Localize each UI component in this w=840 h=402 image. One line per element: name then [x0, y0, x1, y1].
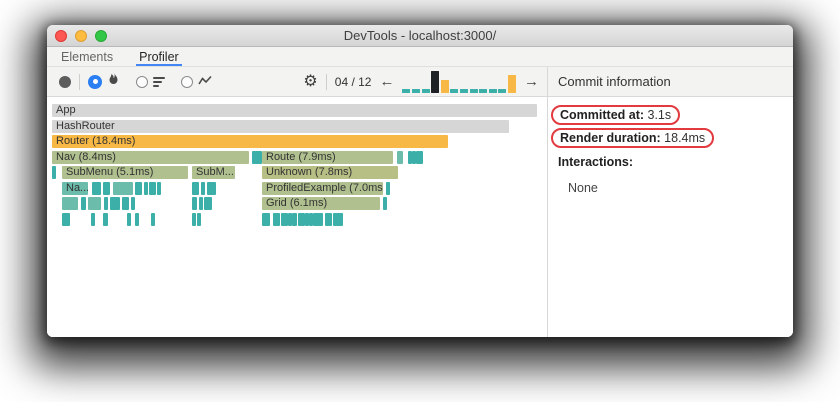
flame-bar[interactable]: [199, 197, 203, 210]
committed-at-value: 3.1s: [644, 108, 672, 122]
flame-bar[interactable]: [204, 197, 212, 210]
flame-bar[interactable]: [383, 197, 387, 210]
commit-selector-chart[interactable]: [402, 70, 516, 93]
flame-bar[interactable]: [328, 212, 332, 226]
tab-bar: Elements Profiler: [47, 47, 793, 67]
interactions-radio[interactable]: [181, 75, 193, 88]
flame-bar-app[interactable]: App: [52, 104, 537, 117]
flame-bar[interactable]: [192, 212, 196, 226]
screenshot-stage: DevTools - localhost:3000/ Elements Prof…: [0, 0, 840, 402]
flame-bar[interactable]: [149, 181, 156, 195]
interactions-chart-icon[interactable]: [198, 73, 212, 91]
flame-bar[interactable]: [81, 197, 86, 210]
commit-bar-8[interactable]: [469, 88, 478, 93]
flame-bar[interactable]: [262, 212, 270, 226]
flame-bar[interactable]: [319, 212, 323, 226]
flame-bar[interactable]: [192, 197, 197, 210]
flame-bar[interactable]: [151, 212, 155, 226]
flame-icon[interactable]: [107, 72, 120, 91]
toolbar-divider-2: [325, 73, 327, 90]
flame-bar[interactable]: [131, 197, 135, 210]
flamegraph-radio[interactable]: [88, 74, 102, 89]
commit-bar-6[interactable]: [450, 88, 459, 93]
tab-elements[interactable]: Elements: [61, 47, 113, 66]
flamegraph[interactable]: App HashRouter Router (18.4ms) Nav (8.4ms) R…: [47, 97, 547, 337]
active-tab-underline: [136, 63, 182, 66]
commit-index: 04 / 12: [334, 74, 372, 89]
profiler-left-panel: ⚙ 04 / 12 ← → App HashRouter Router (18.4m…: [47, 67, 547, 337]
flame-bar-route[interactable]: Route (7.9ms): [262, 150, 393, 164]
record-icon[interactable]: [59, 75, 71, 88]
interactions-label: Interactions:: [558, 155, 634, 169]
commit-bar-10[interactable]: [488, 88, 497, 93]
flame-bar-subm[interactable]: SubM...: [192, 166, 235, 179]
commit-bar-5[interactable]: [440, 79, 449, 93]
ranked-chart-icon[interactable]: [153, 76, 165, 87]
commit-bar-11[interactable]: [498, 88, 507, 93]
ranked-radio[interactable]: [136, 75, 148, 88]
previous-commit-arrow[interactable]: ←: [379, 74, 394, 89]
flame-bar-grid[interactable]: Grid (6.1ms): [262, 197, 380, 210]
flame-bar[interactable]: [92, 181, 101, 195]
flame-bar[interactable]: [386, 181, 390, 195]
flame-bar[interactable]: [52, 166, 56, 179]
profiler-toolbar: ⚙ 04 / 12 ← →: [47, 67, 547, 97]
flame-bar[interactable]: [339, 212, 343, 226]
flame-bar[interactable]: [103, 212, 108, 226]
flame-bar-nav[interactable]: Nav (8.4ms): [52, 150, 249, 164]
flame-bar[interactable]: [103, 181, 110, 195]
flame-bar[interactable]: [62, 212, 70, 226]
commit-bar-9[interactable]: [479, 88, 488, 93]
committed-at-label: Committed at:: [560, 108, 645, 122]
commit-bar-12[interactable]: [508, 74, 516, 93]
flame-bar[interactable]: [201, 181, 205, 195]
commit-bar-4-selected[interactable]: [431, 70, 440, 93]
flame-bar[interactable]: [157, 181, 161, 195]
interactions-value: None: [568, 181, 598, 195]
gear-icon[interactable]: ⚙: [303, 73, 317, 90]
flame-bar[interactable]: [419, 150, 423, 164]
next-commit-arrow[interactable]: →: [524, 74, 539, 89]
flame-bar[interactable]: [135, 212, 139, 226]
commit-bar-1[interactable]: [402, 88, 411, 93]
commit-bar-2[interactable]: [412, 88, 421, 93]
flame-bar[interactable]: [104, 197, 108, 210]
flame-bar-submenu[interactable]: SubMenu (5.1ms): [62, 166, 188, 179]
flame-bar[interactable]: [110, 197, 120, 210]
devtools-window: DevTools - localhost:3000/ Elements Prof…: [47, 25, 793, 337]
toolbar-divider: [79, 73, 80, 90]
flame-bar-unknown[interactable]: Unknown (7.8ms): [262, 166, 398, 179]
flame-bar[interactable]: [276, 212, 280, 226]
flame-bar[interactable]: [197, 212, 201, 226]
render-duration-label: Render duration:: [560, 131, 661, 145]
flame-bar[interactable]: [127, 212, 131, 226]
render-duration-value: 18.4ms: [660, 131, 706, 145]
flame-bar-router[interactable]: Router (18.4ms): [52, 135, 448, 148]
devtools-body: ⚙ 04 / 12 ← → App HashRouter Router (18.4m…: [47, 67, 793, 337]
commit-info-content: Committed at: 3.1s Render duration: 18.4…: [548, 97, 793, 202]
window-title: DevTools - localhost:3000/: [343, 28, 497, 43]
commit-bar-7[interactable]: [460, 88, 469, 93]
flame-bar[interactable]: [135, 181, 142, 195]
flame-bar[interactable]: [397, 150, 403, 164]
tab-profiler[interactable]: Profiler: [136, 47, 182, 66]
flame-bar[interactable]: [122, 197, 129, 210]
flame-bar[interactable]: [192, 181, 199, 195]
flame-bar[interactable]: [292, 212, 297, 226]
commit-info-panel: Commit information Committed at: 3.1s Re…: [547, 67, 793, 337]
flame-bar-na[interactable]: Na...: [62, 181, 88, 195]
commit-info-header: Commit information: [548, 67, 793, 97]
flame-bar[interactable]: [144, 181, 148, 195]
flame-bar[interactable]: [91, 212, 95, 226]
flame-bar[interactable]: [113, 181, 133, 195]
flame-bar-profiledexample[interactable]: ProfiledExample (7.0ms): [262, 181, 383, 195]
annotation-circle-committed-at: Committed at: 3.1s: [551, 105, 681, 125]
title-bar[interactable]: DevTools - localhost:3000/: [47, 25, 793, 47]
flame-bar-hashrouter[interactable]: HashRouter: [52, 119, 509, 133]
flame-bar[interactable]: [207, 181, 216, 195]
annotation-circle-render-duration: Render duration: 18.4ms: [551, 128, 715, 148]
commit-bar-3[interactable]: [421, 88, 430, 93]
flame-bar[interactable]: [88, 197, 101, 210]
flame-bar[interactable]: [62, 197, 78, 210]
